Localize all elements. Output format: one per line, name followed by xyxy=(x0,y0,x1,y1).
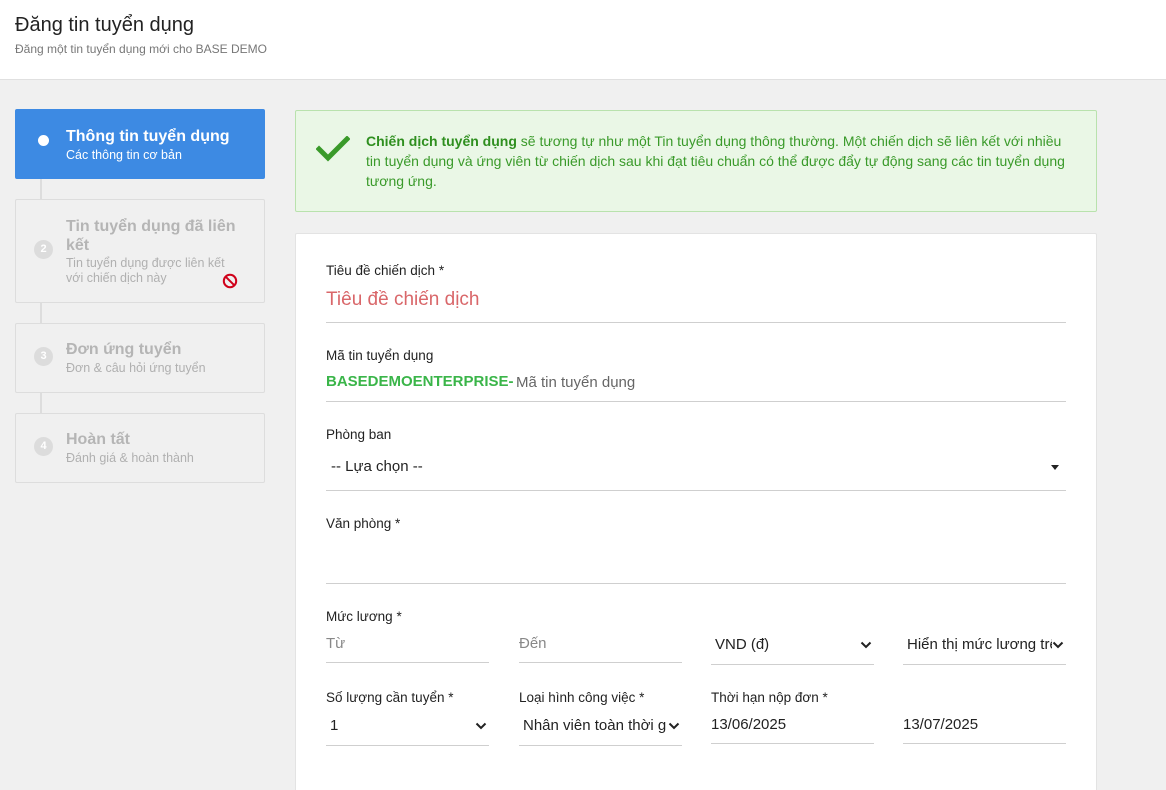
salary-label: Mức lương * xyxy=(326,609,402,624)
salary-to-input[interactable]: Đến xyxy=(519,635,547,652)
notice-strong: Chiến dịch tuyển dụng xyxy=(366,133,517,149)
job-type-underline xyxy=(519,745,682,746)
job-type-label: Loại hình công việc * xyxy=(519,690,645,705)
notice-text: Chiến dịch tuyển dụng sẽ tương tự như mộ… xyxy=(366,131,1071,191)
salary-from-input[interactable]: Từ xyxy=(326,635,345,652)
step-finish[interactable]: 4 Hoàn tất Đánh giá & hoàn thành xyxy=(15,413,265,483)
step-label: Thông tin tuyển dụng xyxy=(66,128,230,145)
page-subtitle: Đăng một tin tuyển dụng mới cho BASE DEM… xyxy=(15,42,267,56)
step-label: Đơn ứng tuyển xyxy=(66,341,182,358)
quantity-underline xyxy=(326,745,489,746)
step-desc: Tin tuyển dụng được liên kết với chiến d… xyxy=(66,256,225,285)
step-desc: Đánh giá & hoàn thành xyxy=(66,451,194,465)
currency-select[interactable]: VND (đ) xyxy=(715,636,855,653)
department-underline xyxy=(326,490,1066,491)
salary-display-select[interactable]: Hiển thị mức lương trên xyxy=(907,636,1052,653)
chevron-down-icon xyxy=(668,722,680,730)
deadline-label: Thời hạn nộp đơn * xyxy=(711,690,828,705)
office-label: Văn phòng * xyxy=(326,516,401,531)
check-icon xyxy=(316,136,350,162)
job-type-select[interactable]: Nhân viên toàn thời gian xyxy=(523,717,666,734)
chevron-down-icon xyxy=(860,641,872,649)
quantity-select[interactable]: 1 xyxy=(330,717,460,734)
deadline-end-input[interactable]: 13/07/2025 xyxy=(903,716,978,733)
page-title: Đăng tin tuyển dụng xyxy=(15,14,195,36)
job-code-prefix: BASEDEMOENTERPRISE- xyxy=(326,373,514,390)
campaign-title-underline xyxy=(326,322,1066,323)
salary-display-underline xyxy=(903,664,1066,665)
step-number: 2 xyxy=(34,240,53,259)
job-code-label: Mã tin tuyển dụng xyxy=(326,348,434,363)
caret-down-icon xyxy=(1051,465,1059,470)
salary-from-underline xyxy=(326,662,489,663)
step-label: Hoàn tất xyxy=(66,431,130,448)
page-header: Đăng tin tuyển dụng Đăng một tin tuyển d… xyxy=(0,0,1166,80)
step-label: Tin tuyển dụng đã liên kết xyxy=(66,218,236,254)
campaign-title-input[interactable]: Tiêu đề chiến dịch xyxy=(326,289,480,311)
quantity-label: Số lượng cần tuyển * xyxy=(326,690,454,705)
deadline-start-input[interactable]: 13/06/2025 xyxy=(711,716,786,733)
salary-to-underline xyxy=(519,662,682,663)
step-linked-jobs[interactable]: 2 Tin tuyển dụng đã liên kết Tin tuyển d… xyxy=(15,199,265,303)
chevron-down-icon xyxy=(1052,641,1064,649)
step-application[interactable]: 3 Đơn ứng tuyển Đơn & câu hỏi ứng tuyển xyxy=(15,323,265,393)
step-connector xyxy=(40,303,42,323)
chevron-down-icon xyxy=(475,722,487,730)
step-desc: Đơn & câu hỏi ứng tuyển xyxy=(66,361,206,375)
department-label: Phòng ban xyxy=(326,427,392,442)
step-number: 3 xyxy=(34,347,53,366)
step-active-dot-icon xyxy=(34,131,53,150)
step-connector xyxy=(40,179,42,199)
deadline-start-underline xyxy=(711,743,874,744)
department-select[interactable]: -- Lựa chọn -- xyxy=(331,458,1031,475)
campaign-title-label: Tiêu đề chiến dịch * xyxy=(326,263,445,278)
currency-underline xyxy=(711,664,874,665)
job-code-input[interactable]: Mã tin tuyển dụng xyxy=(516,374,635,391)
campaign-form: Tiêu đề chiến dịch * Tiêu đề chiến dịch … xyxy=(295,233,1097,790)
office-input[interactable] xyxy=(326,583,1066,584)
step-connector xyxy=(40,393,42,413)
job-code-underline xyxy=(326,401,1066,402)
no-entry-icon xyxy=(222,273,238,289)
step-number: 4 xyxy=(34,437,53,456)
step-campaign-info[interactable]: Thông tin tuyển dụng Các thông tin cơ bả… xyxy=(15,109,265,179)
deadline-end-underline xyxy=(903,743,1066,744)
step-desc: Các thông tin cơ bản xyxy=(66,148,182,162)
campaign-info-notice: Chiến dịch tuyển dụng sẽ tương tự như mộ… xyxy=(295,110,1097,212)
